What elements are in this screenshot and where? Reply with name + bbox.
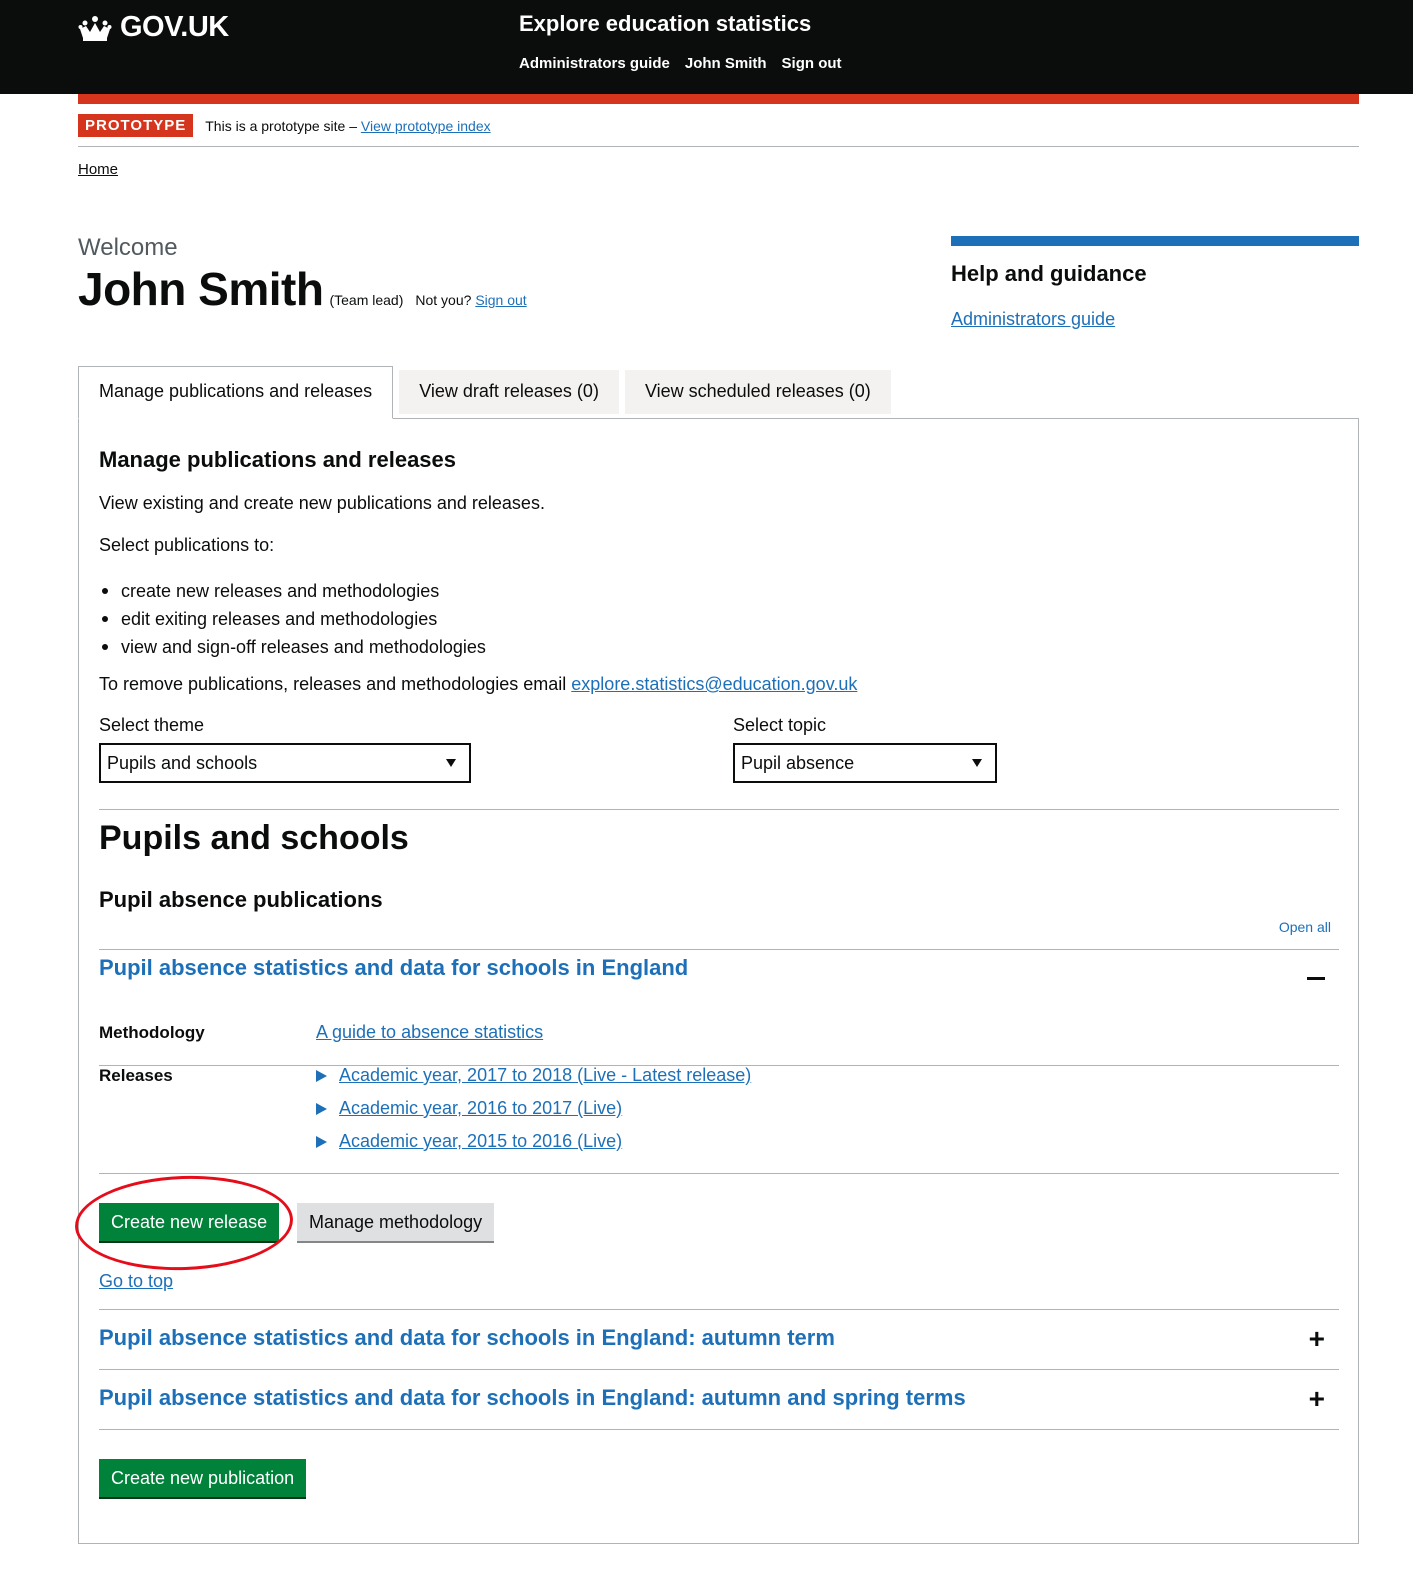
prototype-index-link[interactable]: View prototype index <box>361 118 491 134</box>
phase-tag: PROTOTYPE <box>78 114 194 137</box>
help-administrators-guide-link[interactable]: Administrators guide <box>951 309 1115 330</box>
remove-info: To remove publications, releases and met… <box>99 674 857 695</box>
releases-key: Releases <box>99 1066 173 1085</box>
create-new-publication-button[interactable]: Create new publication <box>99 1459 307 1497</box>
site-header: GOV.UK Explore education statistics Admi… <box>0 0 1413 94</box>
header-accent-bar <box>78 94 1359 104</box>
capabilities-list: create new releases and methodologies ed… <box>99 577 486 661</box>
accordion-divider <box>99 1429 1339 1430</box>
theme-heading: Pupils and schools <box>99 819 409 857</box>
tab-scheduled-releases[interactable]: View scheduled releases (0) <box>624 370 891 414</box>
user-heading: John Smith (Team lead) Not you? Sign out <box>78 262 527 316</box>
open-all-link[interactable]: Open all <box>1279 919 1331 935</box>
user-sign-out-link[interactable]: Sign out <box>475 292 526 308</box>
release-link[interactable]: Academic year, 2015 to 2016 (Live) <box>339 1131 622 1152</box>
tab-draft-releases[interactable]: View draft releases (0) <box>399 370 619 414</box>
list-item: create new releases and methodologies <box>99 577 486 605</box>
methodology-link[interactable]: A guide to absence statistics <box>316 1022 543 1043</box>
not-you: Not you? Sign out <box>415 292 526 308</box>
accordion-divider <box>99 949 1339 950</box>
help-guidance-box: Help and guidance Administrators guide <box>951 236 1359 330</box>
accordion-heading-publication-2[interactable]: Pupil absence statistics and data for sc… <box>99 1325 835 1351</box>
accordion-heading-publication-3[interactable]: Pupil absence statistics and data for sc… <box>99 1385 966 1411</box>
tab-list: Manage publications and releases View dr… <box>78 366 897 419</box>
crown-icon <box>78 15 112 41</box>
nav-sign-out[interactable]: Sign out <box>782 55 842 72</box>
theme-select[interactable]: Pupils and schools <box>99 743 471 783</box>
user-role: (Team lead) <box>329 292 404 308</box>
accordion-divider <box>99 1369 1339 1370</box>
release-link[interactable]: Academic year, 2016 to 2017 (Live) <box>339 1098 622 1119</box>
phase-text: This is a prototype site – <box>205 117 357 134</box>
release-item: Academic year, 2017 to 2018 (Live - Late… <box>316 1065 751 1086</box>
not-you-text: Not you? <box>415 292 472 308</box>
list-item: view and sign-off releases and methodolo… <box>99 633 486 661</box>
govuk-logo[interactable]: GOV.UK <box>78 11 229 44</box>
logo-text: GOV.UK <box>120 11 229 43</box>
email-link[interactable]: explore.statistics@education.gov.uk <box>571 674 857 694</box>
nav-user-name[interactable]: John Smith <box>685 55 767 72</box>
dropdown-arrow-icon <box>972 759 982 767</box>
release-item: Academic year, 2016 to 2017 (Live) <box>316 1098 622 1119</box>
dropdown-arrow-icon <box>446 759 456 767</box>
remove-text: To remove publications, releases and met… <box>99 674 567 694</box>
topic-select[interactable]: Pupil absence <box>733 743 997 783</box>
triangle-right-icon <box>316 1135 327 1148</box>
topic-heading: Pupil absence publications <box>99 887 383 912</box>
welcome-caption: Welcome <box>78 234 178 261</box>
plus-icon[interactable]: + <box>1309 1385 1325 1413</box>
summary-list-divider <box>99 1173 1339 1174</box>
accordion-heading-publication-1[interactable]: Pupil absence statistics and data for sc… <box>99 955 688 981</box>
go-to-top-link[interactable]: Go to top <box>99 1271 173 1292</box>
accordion-divider <box>99 1309 1339 1310</box>
nav-administrators-guide[interactable]: Administrators guide <box>519 55 670 72</box>
service-name[interactable]: Explore education statistics <box>519 11 811 37</box>
triangle-right-icon <box>316 1102 327 1115</box>
phase-banner: PROTOTYPE This is a prototype site – Vie… <box>78 114 491 137</box>
breadcrumb: Home <box>78 161 118 178</box>
manage-methodology-button[interactable]: Manage methodology <box>297 1203 495 1241</box>
methodology-key: Methodology <box>99 1023 205 1042</box>
highlight-annotation <box>73 1172 295 1274</box>
user-name: John Smith <box>78 263 324 315</box>
triangle-right-icon <box>316 1069 327 1082</box>
tab-panel: Manage publications and releases View ex… <box>73 418 1359 1544</box>
section-divider <box>99 809 1339 810</box>
breadcrumb-home-link[interactable]: Home <box>78 161 118 178</box>
manage-heading: Manage publications and releases <box>99 447 457 472</box>
theme-label: Select theme <box>99 715 205 735</box>
release-link[interactable]: Academic year, 2017 to 2018 (Live - Late… <box>339 1065 751 1086</box>
minus-icon[interactable] <box>1307 977 1325 980</box>
list-item: edit exiting releases and methodologies <box>99 605 486 633</box>
tab-manage-publications[interactable]: Manage publications and releases <box>78 366 394 419</box>
header-nav: Administrators guide John Smith Sign out <box>519 55 842 72</box>
topic-select-value: Pupil absence <box>741 752 855 773</box>
plus-icon[interactable]: + <box>1309 1325 1325 1353</box>
topic-label: Select topic <box>733 715 827 735</box>
manage-intro: View existing and create new publication… <box>99 493 545 513</box>
help-title: Help and guidance <box>951 261 1147 286</box>
release-item: Academic year, 2015 to 2016 (Live) <box>316 1131 622 1152</box>
select-intro: Select publications to: <box>99 535 275 555</box>
phase-divider <box>78 146 1359 147</box>
theme-select-value: Pupils and schools <box>107 752 258 773</box>
